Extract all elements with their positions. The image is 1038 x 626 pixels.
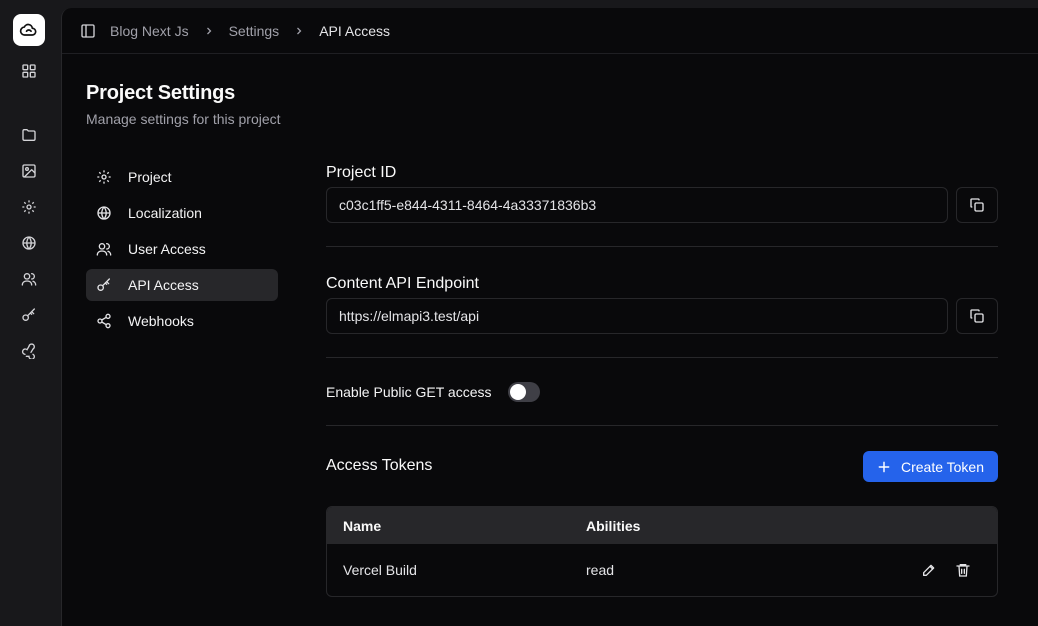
folder-icon[interactable]	[19, 125, 39, 145]
token-name: Vercel Build	[343, 562, 417, 578]
gear-icon	[96, 169, 112, 185]
settings-nav-localization[interactable]: Localization	[86, 197, 278, 229]
endpoint-field[interactable]	[326, 298, 948, 334]
divider	[326, 246, 998, 247]
image-icon[interactable]	[19, 161, 39, 181]
column-header-name: Name	[343, 517, 382, 534]
sidebar-toggle-icon[interactable]	[80, 23, 96, 39]
globe-icon	[96, 205, 112, 221]
settings-nav-user-access[interactable]: User Access	[86, 233, 278, 265]
create-token-button[interactable]: Create Token	[863, 451, 998, 482]
breadcrumb: Blog Next Js Settings API Access	[110, 23, 390, 39]
settings-nav-webhooks[interactable]: Webhooks	[86, 305, 278, 337]
main-panel: Blog Next Js Settings API Access Project…	[61, 8, 1038, 626]
settings-nav-label: Localization	[128, 205, 202, 221]
chevron-right-icon	[293, 25, 305, 37]
row-actions	[921, 562, 971, 578]
project-id-label: Project ID	[326, 164, 397, 181]
share-icon	[96, 313, 112, 329]
logo-icon[interactable]	[13, 14, 45, 46]
column-header-abilities: Abilities	[586, 517, 641, 534]
toggle-knob	[510, 384, 526, 400]
copy-endpoint-button[interactable]	[956, 298, 998, 334]
breadcrumb-project[interactable]: Blog Next Js	[110, 23, 189, 39]
tokens-table: Name Abilities Vercel Build read	[326, 506, 998, 597]
endpoint-label: Content API Endpoint	[326, 275, 479, 292]
public-get-toggle[interactable]	[508, 382, 540, 402]
users-icon[interactable]	[19, 269, 39, 289]
key-icon[interactable]	[19, 305, 39, 325]
users-icon	[96, 241, 112, 257]
settings-nav-label: Webhooks	[128, 313, 194, 329]
public-get-label: Enable Public GET access	[326, 384, 492, 400]
dashboard-grid-icon[interactable]	[19, 61, 39, 81]
table-header: Name Abilities	[327, 507, 997, 544]
webhook-icon[interactable]	[19, 341, 39, 361]
project-id-field[interactable]	[326, 187, 948, 223]
copy-icon	[969, 308, 985, 324]
copy-icon	[969, 197, 985, 213]
trash-icon[interactable]	[955, 562, 971, 578]
top-bar: Blog Next Js Settings API Access	[62, 8, 1038, 54]
settings-nav-label: User Access	[128, 241, 206, 257]
token-abilities: read	[586, 562, 615, 578]
copy-project-id-button[interactable]	[956, 187, 998, 223]
page-title: Project Settings	[86, 82, 236, 104]
create-token-label: Create Token	[900, 458, 984, 475]
divider	[326, 425, 998, 426]
icon-rail	[0, 0, 61, 626]
settings-nav-project[interactable]: Project	[86, 161, 278, 193]
settings-nav-label: API Access	[128, 277, 199, 293]
edit-pencil-icon[interactable]	[921, 562, 937, 578]
table-row: Vercel Build read	[327, 544, 997, 596]
settings-nav-label: Project	[128, 169, 172, 185]
globe-icon[interactable]	[19, 233, 39, 253]
divider	[326, 357, 998, 358]
page-subtitle: Manage settings for this project	[86, 111, 281, 127]
gear-icon[interactable]	[19, 197, 39, 217]
settings-nav: Project Localization User Access API Acc…	[86, 161, 278, 341]
access-tokens-title: Access Tokens	[326, 457, 433, 474]
breadcrumb-current: API Access	[319, 22, 390, 39]
breadcrumb-settings[interactable]: Settings	[229, 23, 280, 39]
chevron-right-icon	[203, 25, 215, 37]
settings-nav-api-access[interactable]: API Access	[86, 269, 278, 301]
key-icon	[96, 277, 112, 293]
plus-icon	[877, 460, 891, 474]
